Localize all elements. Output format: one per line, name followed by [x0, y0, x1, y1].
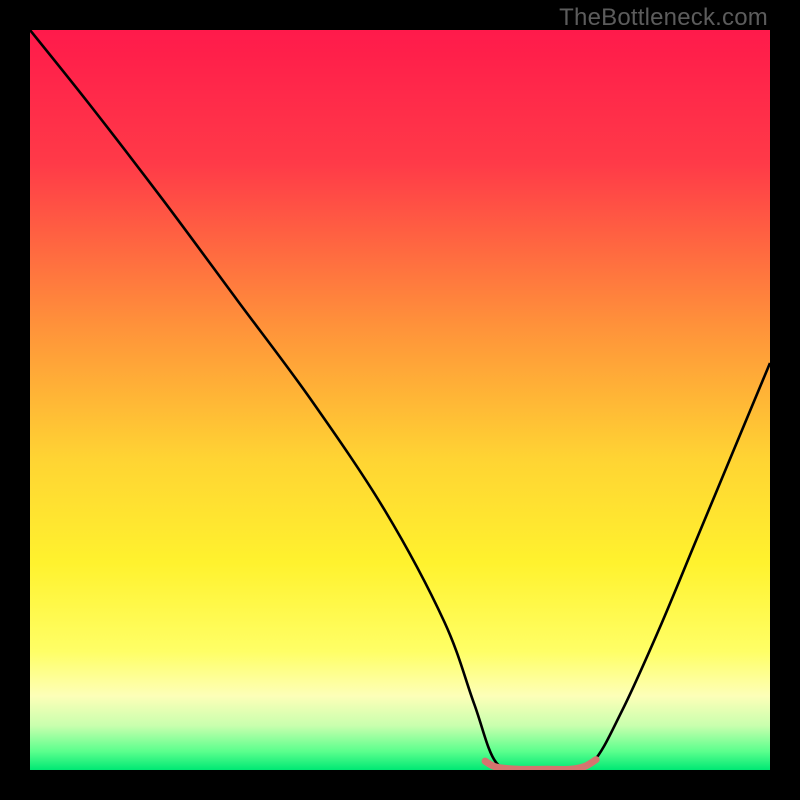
optimum-marker-line	[485, 760, 596, 770]
chart-container: TheBottleneck.com	[0, 0, 800, 800]
v-curve-line	[30, 30, 770, 770]
curve-layer	[30, 30, 770, 770]
watermark-text: TheBottleneck.com	[559, 4, 768, 32]
plot-area	[30, 30, 770, 770]
